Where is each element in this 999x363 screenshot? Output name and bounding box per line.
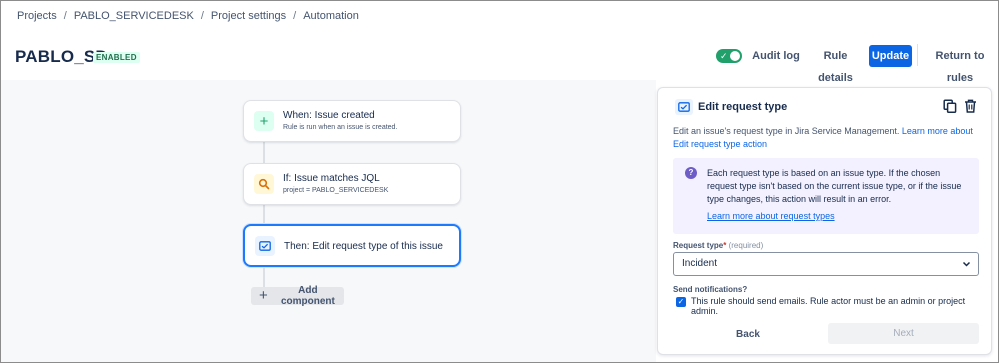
breadcrumb: Projects / PABLO_SERVICEDESK / Project s… xyxy=(17,10,359,22)
check-icon: ✓ xyxy=(720,51,728,61)
breadcrumb-separator: / xyxy=(293,10,297,22)
node-title: Then: Edit request type of this issue xyxy=(284,241,443,252)
send-notifications-label: Send notifications? xyxy=(673,285,748,294)
breadcrumb-separator: / xyxy=(63,10,67,22)
panel-description-text: Edit an issue's request type in Jira Ser… xyxy=(673,126,900,136)
rule-details-button[interactable]: Rule details xyxy=(808,45,863,84)
edit-request-type-panel: Edit request type Edit an issue's reques… xyxy=(657,87,992,355)
return-to-rules-button[interactable]: Return to rules xyxy=(925,45,995,84)
panel-description: Edit an issue's request type in Jira Ser… xyxy=(673,125,983,151)
plus-icon: + xyxy=(254,111,274,131)
request-type-icon xyxy=(255,236,275,256)
add-component-button[interactable]: + Add component xyxy=(251,285,344,307)
copy-icon[interactable] xyxy=(942,98,958,114)
header-divider xyxy=(917,44,918,66)
breadcrumb-project[interactable]: PABLO_SERVICEDESK xyxy=(74,10,194,22)
flow-connector xyxy=(263,266,265,288)
required-hint: (required) xyxy=(728,241,764,250)
status-badge: ENABLED xyxy=(93,52,140,63)
node-subtitle: Rule is run when an issue is created. xyxy=(283,124,398,131)
request-type-icon xyxy=(675,99,693,115)
trash-icon[interactable] xyxy=(962,98,978,114)
node-subtitle: project = PABLO_SERVICEDESK xyxy=(283,187,389,194)
back-button[interactable]: Back xyxy=(723,324,773,344)
breadcrumb-projects[interactable]: Projects xyxy=(17,10,57,22)
add-component-label: Add component xyxy=(280,285,335,307)
condition-node[interactable]: If: Issue matches JQL project = PABLO_SE… xyxy=(243,163,461,205)
send-notifications-checkbox[interactable]: ✓ xyxy=(676,297,686,307)
next-button[interactable]: Next xyxy=(828,323,979,344)
request-type-label: Request type* (required) xyxy=(673,241,763,250)
toggle-knob xyxy=(730,51,740,61)
info-message-text: Each request type is based on an issue t… xyxy=(707,168,962,204)
breadcrumb-separator: / xyxy=(200,10,204,22)
rule-enabled-toggle[interactable]: ✓ xyxy=(716,49,742,63)
info-message: ? Each request type is based on an issue… xyxy=(673,158,979,234)
learn-more-request-types-link[interactable]: Learn more about request types xyxy=(707,211,835,221)
action-node[interactable]: Then: Edit request type of this issue xyxy=(243,224,461,267)
plus-icon: + xyxy=(259,287,268,304)
breadcrumb-automation[interactable]: Automation xyxy=(303,10,359,22)
panel-title: Edit request type xyxy=(698,101,788,113)
question-icon: ? xyxy=(685,167,697,179)
chevron-down-icon xyxy=(962,253,971,283)
required-marker: * xyxy=(723,241,727,250)
send-notifications-text: This rule should send emails. Rule actor… xyxy=(691,296,966,316)
request-type-select[interactable]: Incident xyxy=(673,252,979,276)
update-button[interactable]: Update xyxy=(869,45,912,67)
request-type-value: Incident xyxy=(682,258,718,269)
node-title: When: Issue created xyxy=(283,110,375,121)
breadcrumb-project-settings[interactable]: Project settings xyxy=(211,10,286,22)
audit-log-button[interactable]: Audit log xyxy=(751,45,801,67)
search-icon xyxy=(254,174,274,194)
trigger-node[interactable]: + When: Issue created Rule is run when a… xyxy=(243,100,461,142)
request-type-label-text: Request type xyxy=(673,241,724,250)
node-title: If: Issue matches JQL xyxy=(283,173,380,184)
